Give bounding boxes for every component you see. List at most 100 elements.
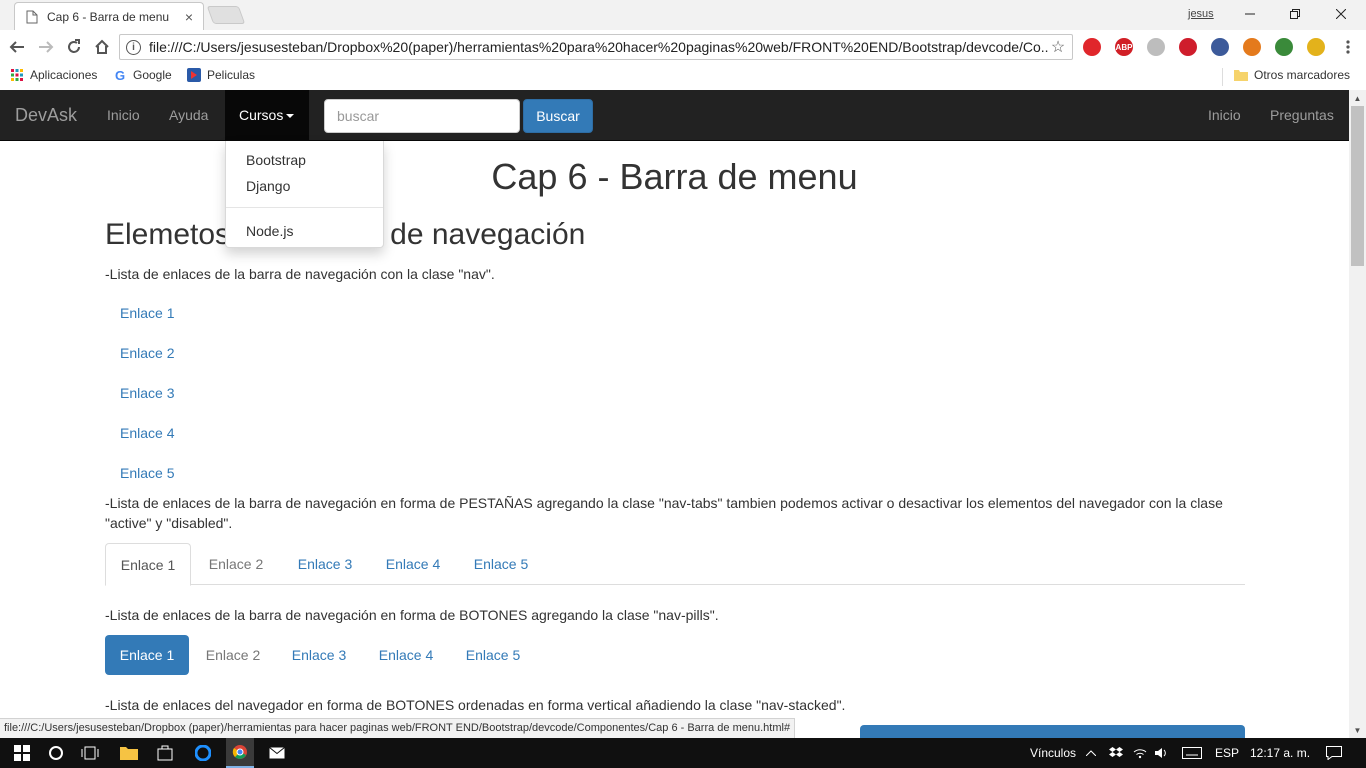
scrollbar-thumb[interactable] xyxy=(1351,106,1364,266)
search-icon[interactable] xyxy=(44,738,68,768)
volume-icon[interactable] xyxy=(1154,738,1170,768)
pill-enlace-5[interactable]: Enlace 5 xyxy=(451,635,535,675)
nav-tabs: Enlace 1 Enlace 2 Enlace 3 Enlace 4 Enla… xyxy=(105,543,1245,586)
tab-close-icon[interactable]: × xyxy=(183,9,195,25)
address-bar[interactable]: i file:///C:/Users/jesusesteban/Dropbox%… xyxy=(119,34,1073,60)
bookmark-peliculas-label: Peliculas xyxy=(207,68,256,82)
browser-toolbar: i file:///C:/Users/jesusesteban/Dropbox%… xyxy=(0,30,1366,64)
tab-enlace-4[interactable]: Enlace 4 xyxy=(370,543,456,585)
taskbar-vinculos[interactable]: Vínculos xyxy=(1030,738,1076,768)
new-tab-button[interactable] xyxy=(206,6,246,24)
stacked-description: -Lista de enlaces del navegador en forma… xyxy=(105,697,846,713)
scroll-up-icon[interactable]: ▲ xyxy=(1349,90,1366,106)
dropdown-item-bootstrap[interactable]: Bootstrap xyxy=(246,152,306,168)
dropbox-icon[interactable] xyxy=(1108,738,1124,768)
dropdown-item-nodejs[interactable]: Node.js xyxy=(246,223,293,239)
url-text[interactable]: file:///C:/Users/jesusesteban/Dropbox%20… xyxy=(149,39,1048,55)
google-icon: G xyxy=(114,67,126,83)
navbar-brand[interactable]: DevAsk xyxy=(15,90,77,141)
store-icon[interactable] xyxy=(152,738,178,768)
nav-preguntas[interactable]: Preguntas xyxy=(1270,90,1334,141)
search-button[interactable]: Buscar xyxy=(523,99,593,133)
pill-enlace-4[interactable]: Enlace 4 xyxy=(364,635,448,675)
nav-ayuda[interactable]: Ayuda xyxy=(169,90,208,141)
tab-enlace-3[interactable]: Enlace 3 xyxy=(282,543,368,585)
close-window-icon[interactable] xyxy=(1331,4,1351,24)
chrome-taskbar-icon[interactable] xyxy=(226,738,254,768)
grid-extension-icon[interactable] xyxy=(1211,38,1229,56)
chrome-extension-icon[interactable] xyxy=(1307,38,1325,56)
shield-extension-icon[interactable] xyxy=(1179,38,1197,56)
clock[interactable]: 12:17 a. m. xyxy=(1250,738,1310,768)
menu-icon[interactable] xyxy=(1338,37,1358,57)
peliculas-icon xyxy=(187,68,201,82)
search-input[interactable] xyxy=(324,99,520,133)
nav-link-1[interactable]: Enlace 1 xyxy=(120,305,174,321)
tab-enlace-2[interactable]: Enlace 2 xyxy=(193,543,279,585)
nav-right-inicio[interactable]: Inicio xyxy=(1208,90,1241,141)
cursos-dropdown-menu: Bootstrap Django Node.js xyxy=(225,141,384,248)
firefox-extension-icon[interactable] xyxy=(1243,38,1261,56)
scroll-down-icon[interactable]: ▼ xyxy=(1349,722,1366,738)
tab-enlace-5[interactable]: Enlace 5 xyxy=(458,543,544,585)
nav-link-2[interactable]: Enlace 2 xyxy=(120,345,174,361)
forward-icon[interactable] xyxy=(36,37,56,57)
nav-cursos-label: Cursos xyxy=(239,107,284,123)
stacked-pill-active[interactable] xyxy=(860,725,1245,738)
keyboard-icon[interactable] xyxy=(1180,738,1204,768)
dropdown-divider xyxy=(226,207,383,208)
file-explorer-icon[interactable] xyxy=(116,738,142,768)
restore-icon[interactable] xyxy=(1285,4,1305,24)
apps-grid-icon xyxy=(10,68,24,82)
pill-enlace-3[interactable]: Enlace 3 xyxy=(277,635,361,675)
caret-down-icon xyxy=(286,114,295,119)
browser-tab[interactable]: Cap 6 - Barra de menu × xyxy=(14,2,204,30)
task-view-icon[interactable] xyxy=(78,738,102,768)
language-indicator[interactable]: ESP xyxy=(1215,738,1239,768)
nav-cursos-dropdown[interactable]: Cursos xyxy=(225,90,309,141)
nav-pills: Enlace 1 Enlace 2 Enlace 3 Enlace 4 Enla… xyxy=(105,635,1245,675)
page-title: Cap 6 - Barra de menu xyxy=(491,156,858,197)
tabs-description: -Lista de enlaces de la barra de navegac… xyxy=(105,495,1223,531)
back-icon[interactable] xyxy=(7,37,27,57)
chevron-up-icon[interactable] xyxy=(1084,738,1098,768)
browser-tab-strip: Cap 6 - Barra de menu × jesus xyxy=(0,0,1366,30)
wifi-icon[interactable] xyxy=(1132,738,1148,768)
reload-icon[interactable] xyxy=(64,37,84,57)
bookmark-google[interactable]: G Google xyxy=(113,67,172,83)
windows-start-icon[interactable] xyxy=(10,738,34,768)
dropdown-item-django[interactable]: Django xyxy=(246,178,290,194)
adblock-extension-icon[interactable]: ABP xyxy=(1115,38,1133,56)
bookmark-apps[interactable]: Aplicaciones xyxy=(10,68,97,82)
nav-link-4[interactable]: Enlace 4 xyxy=(120,425,174,441)
profile-name[interactable]: jesus xyxy=(1188,8,1214,20)
home-icon[interactable] xyxy=(92,37,112,57)
extension-icon[interactable] xyxy=(1147,38,1165,56)
info-icon[interactable]: i xyxy=(126,39,141,55)
opera-extension-icon[interactable] xyxy=(1083,38,1101,56)
page-scrollbar[interactable]: ▲ ▼ xyxy=(1349,90,1366,738)
bookmark-peliculas[interactable]: Peliculas xyxy=(187,68,255,82)
nav-inicio[interactable]: Inicio xyxy=(107,90,140,141)
tab-title: Cap 6 - Barra de menu xyxy=(47,9,170,24)
bookmark-otros[interactable]: Otros marcadores xyxy=(1234,68,1350,82)
tab-enlace-1[interactable]: Enlace 1 xyxy=(105,543,191,586)
globe-extension-icon[interactable] xyxy=(1275,38,1293,56)
bookmark-otros-label: Otros marcadores xyxy=(1254,68,1351,82)
nav-description: -Lista de enlaces de la barra de navegac… xyxy=(105,266,495,282)
bookmarks-divider xyxy=(1222,68,1223,86)
pills-description: -Lista de enlaces de la barra de navegac… xyxy=(105,607,719,623)
page-icon xyxy=(25,10,39,24)
minimize-icon[interactable] xyxy=(1240,4,1260,24)
bookmarks-bar: Aplicaciones G Google Peliculas Otros ma… xyxy=(0,64,1366,90)
nav-link-5[interactable]: Enlace 5 xyxy=(120,465,174,481)
bookmark-star-icon[interactable]: ☆ xyxy=(1048,37,1068,57)
pill-enlace-1[interactable]: Enlace 1 xyxy=(105,635,189,675)
site-navbar: DevAsk Inicio Ayuda Cursos Buscar Inicio… xyxy=(0,90,1349,141)
edge-icon[interactable] xyxy=(190,738,216,768)
mail-icon[interactable] xyxy=(264,738,290,768)
pill-enlace-2[interactable]: Enlace 2 xyxy=(191,635,275,675)
nav-link-3[interactable]: Enlace 3 xyxy=(120,385,174,401)
page-viewport: DevAsk Inicio Ayuda Cursos Buscar Inicio… xyxy=(0,90,1349,738)
notifications-icon[interactable] xyxy=(1322,738,1346,768)
